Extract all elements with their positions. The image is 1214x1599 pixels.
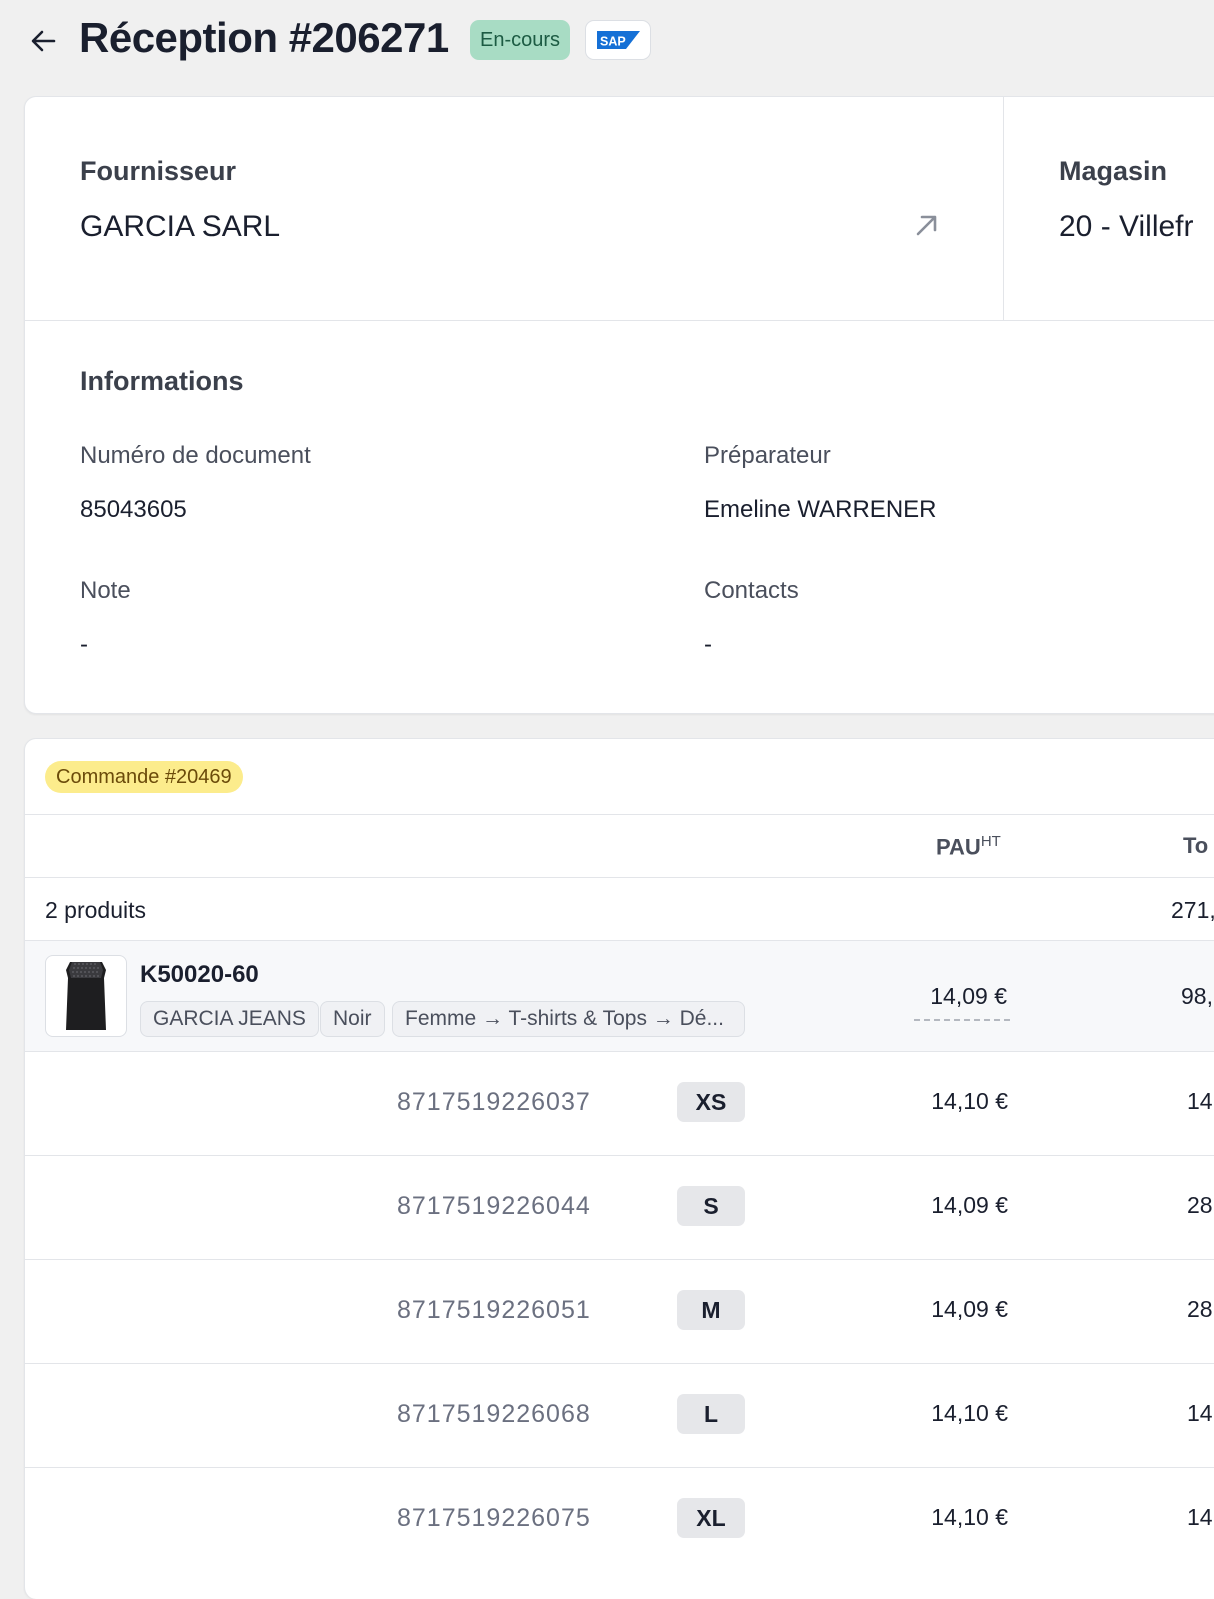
variant-row: 8717519226068 L 14,10 € 14 (25, 1364, 1214, 1468)
variant-ean: 8717519226068 (397, 1400, 591, 1428)
variant-total: 14 (1187, 1088, 1213, 1114)
summary-total: 271, (1171, 897, 1214, 923)
variant-price[interactable]: 14,09 € (931, 1296, 1008, 1323)
product-row[interactable]: K50020-60 GARCIA JEANS Noir Femme → T-sh… (25, 941, 1214, 1051)
variant-total: 28 (1187, 1192, 1213, 1218)
sap-logo-text: SAP (600, 35, 626, 49)
preparer-label: Préparateur (704, 442, 831, 469)
divider (25, 877, 1214, 878)
preparer-value: Emeline WARRENER (704, 496, 937, 523)
category-tag: Femme → T-shirts & Tops → Dé... (392, 1001, 745, 1037)
column-header-pau[interactable]: PAUHT (936, 833, 1001, 860)
column-header-pau-label: PAU (936, 834, 981, 860)
store-label: Magasin (1059, 156, 1168, 186)
variant-ean: 8717519226044 (397, 1192, 591, 1220)
variant-ean: 8717519226075 (397, 1504, 591, 1532)
size-badge: S (677, 1186, 745, 1226)
variant-total: 28 (1187, 1296, 1213, 1322)
variant-price[interactable]: 14,09 € (931, 1192, 1008, 1219)
product-sku[interactable]: K50020-60 (140, 961, 259, 989)
variant-price[interactable]: 14,10 € (931, 1400, 1008, 1427)
column-header-total[interactable]: To (1183, 833, 1208, 859)
variant-row: 8717519226044 S 14,09 € 28 (25, 1156, 1214, 1260)
external-link-icon[interactable] (911, 209, 943, 241)
variant-total: 14 (1187, 1400, 1213, 1426)
size-badge: L (677, 1394, 745, 1434)
size-badge: XL (677, 1498, 745, 1538)
page-title: Réception #206271 (79, 14, 449, 61)
reception-details-card: Fournisseur GARCIA SARL Magasin 20 - Vil… (24, 96, 1214, 714)
brand-tag: GARCIA JEANS (140, 1001, 319, 1037)
contacts-value: - (704, 631, 712, 658)
informations-title: Informations (80, 366, 244, 396)
size-badge: XS (677, 1082, 745, 1122)
variant-price[interactable]: 14,10 € (931, 1504, 1008, 1531)
product-pau[interactable]: 14,09 € (930, 983, 1007, 1010)
pau-dashed-underline (914, 1019, 1010, 1021)
divider (1003, 97, 1004, 320)
variant-ean: 8717519226051 (397, 1296, 591, 1324)
divider (25, 814, 1214, 815)
contacts-label: Contacts (704, 577, 799, 604)
sap-logo-icon: SAP (597, 31, 640, 49)
page-header: Réception #206271 En-cours SAP (0, 0, 1214, 82)
supplier-label: Fournisseur (80, 156, 237, 186)
product-total: 98, (1181, 983, 1213, 1009)
divider (25, 320, 1214, 321)
variant-row: 8717519226051 M 14,09 € 28 (25, 1260, 1214, 1364)
variant-total: 14 (1187, 1504, 1213, 1530)
variant-price[interactable]: 14,10 € (931, 1088, 1008, 1115)
doc-number-value: 85043605 (80, 496, 187, 523)
products-count: 2 produits (45, 897, 147, 923)
order-lines-card: Commande #20469 PAUHT To 2 produits 271,… (24, 738, 1214, 1599)
product-thumbnail (45, 955, 127, 1037)
variant-row: 8717519226037 XS 14,10 € 14 (25, 1052, 1214, 1156)
back-arrow-icon[interactable] (28, 26, 60, 56)
supplier-name: GARCIA SARL (80, 210, 281, 243)
column-header-pau-suffix: HT (980, 833, 1001, 850)
sap-logo-badge: SAP (585, 20, 651, 60)
note-label: Note (80, 577, 131, 604)
color-tag: Noir (320, 1001, 385, 1037)
variant-ean: 8717519226037 (397, 1088, 591, 1116)
doc-number-label: Numéro de document (80, 442, 311, 469)
variant-row: 8717519226075 XL 14,10 € 14 (25, 1468, 1214, 1572)
store-name: 20 - Villefr (1059, 210, 1194, 243)
status-badge: En-cours (470, 20, 571, 60)
size-badge: M (677, 1290, 745, 1330)
note-value: - (80, 631, 88, 658)
order-badge[interactable]: Commande #20469 (45, 761, 243, 793)
